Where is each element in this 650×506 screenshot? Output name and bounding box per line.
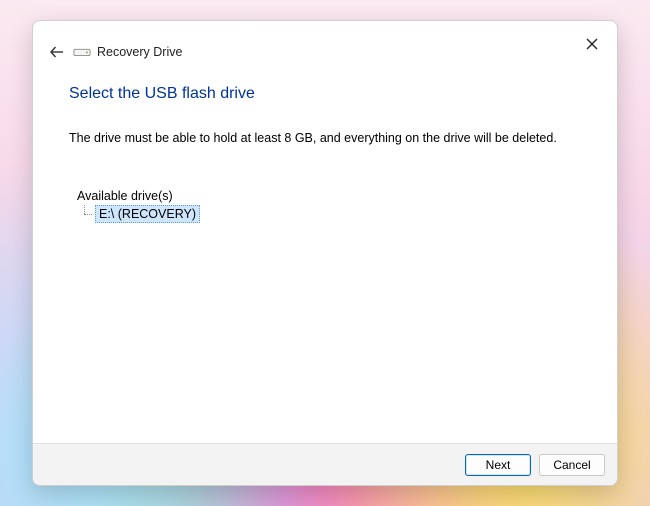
close-button[interactable] <box>579 31 605 57</box>
next-button[interactable]: Next <box>465 454 531 476</box>
instruction-text: The drive must be able to hold at least … <box>69 131 589 145</box>
tree-connector-icon <box>81 207 93 221</box>
drive-tree: E:\ (RECOVERY) <box>81 205 589 223</box>
title-bar: Recovery Drive <box>33 21 617 67</box>
footer-bar: Next Cancel <box>33 443 617 485</box>
content-area: Select the USB flash drive The drive mus… <box>33 67 617 443</box>
drive-icon <box>73 45 91 59</box>
drive-item[interactable]: E:\ (RECOVERY) <box>95 205 200 223</box>
drive-tree-row: E:\ (RECOVERY) <box>81 205 589 223</box>
page-heading: Select the USB flash drive <box>69 85 589 103</box>
cancel-button[interactable]: Cancel <box>539 454 605 476</box>
desktop-background: Recovery Drive Select the USB flash driv… <box>0 0 650 506</box>
available-drives-label: Available drive(s) <box>77 189 589 203</box>
back-button[interactable] <box>47 42 67 62</box>
window-title: Recovery Drive <box>97 45 182 59</box>
recovery-drive-window: Recovery Drive Select the USB flash driv… <box>32 20 618 486</box>
